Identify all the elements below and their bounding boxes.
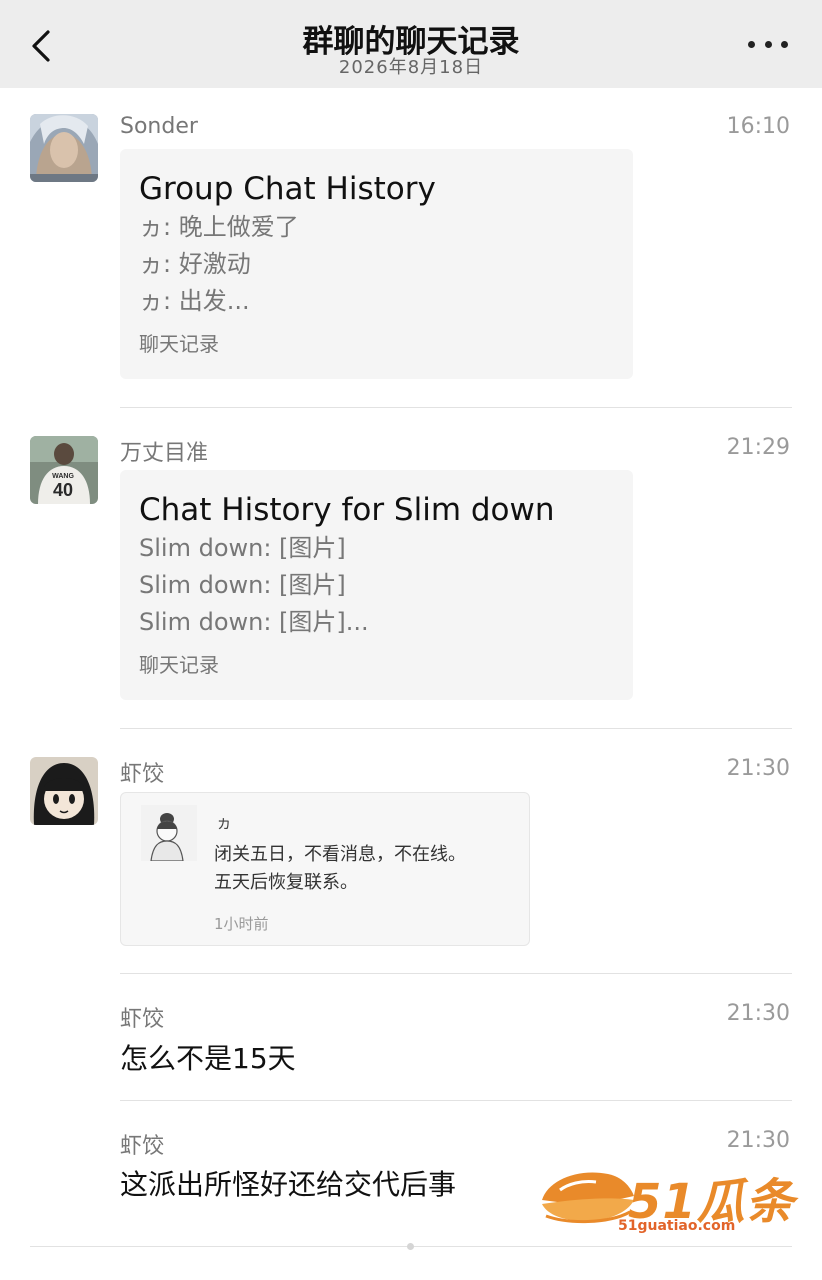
card-title: Chat History for Slim down — [139, 492, 555, 528]
dot-icon — [764, 40, 772, 48]
avatar-image: 40 WANG — [30, 436, 98, 504]
card-footer: 聊天记录 — [139, 653, 219, 677]
message-time: 21:29 — [726, 435, 790, 460]
sender-name: 虾饺 — [120, 762, 165, 787]
end-dot-icon — [407, 1243, 414, 1250]
avatar[interactable]: 40 WANG — [30, 436, 98, 504]
quoted-text: 闭关五日，不看消息，不在线。 五天后恢复联系。 — [214, 844, 466, 893]
quoted-avatar — [141, 805, 197, 861]
message-time: 21:30 — [726, 1001, 790, 1026]
dot-icon — [748, 40, 755, 48]
card-line: ヵ: 晚上做爱了 — [139, 213, 299, 241]
avatar[interactable] — [30, 757, 98, 825]
chat-history-card[interactable]: Group Chat History ヵ: 晚上做爱了 ヵ: 好激动 ヵ: 出发… — [120, 149, 633, 379]
sender-name: Sonder — [120, 114, 198, 139]
dot-icon — [781, 40, 788, 48]
message-time: 21:30 — [726, 756, 790, 781]
card-line: Slim down: [图片] — [139, 534, 346, 562]
sender-name: 万丈目准 — [120, 441, 209, 466]
card-line: Slim down: [图片]... — [139, 608, 369, 636]
card-line: ヵ: 好激动 — [139, 250, 251, 278]
watermark-domain: 51guatiao.com — [618, 1218, 736, 1234]
svg-text:40: 40 — [53, 480, 73, 500]
message-text[interactable]: 这派出所怪好还给交代后事 — [120, 1163, 456, 1203]
card-line: Slim down: [图片] — [139, 571, 346, 599]
sender-name: 虾饺 — [120, 1134, 165, 1159]
card-title: Group Chat History — [139, 171, 436, 207]
quoted-message[interactable]: ヵ 闭关五日，不看消息，不在线。 五天后恢复联系。 1小时前 — [120, 792, 530, 946]
card-line: ヵ: 出发... — [139, 287, 250, 315]
message-time: 21:30 — [726, 1128, 790, 1153]
divider — [120, 407, 792, 408]
navigation-bar: 群聊的聊天记录 2026年8月18日 — [0, 0, 822, 88]
avatar[interactable] — [30, 114, 98, 182]
divider — [120, 973, 792, 974]
quoted-time: 1小时前 — [214, 915, 269, 933]
sketch-avatar-image — [141, 805, 197, 861]
page-date: 2026年8月18日 — [338, 57, 484, 78]
avatar-image — [30, 757, 98, 825]
sender-name: 虾饺 — [120, 1007, 165, 1032]
more-options-button[interactable] — [748, 34, 788, 54]
message-text[interactable]: 怎么不是15天 — [120, 1037, 296, 1077]
avatar-image — [30, 114, 98, 182]
message-time: 16:10 — [726, 114, 790, 139]
quoted-sender: ヵ — [216, 813, 233, 832]
chat-history-card[interactable]: Chat History for Slim down Slim down: [图… — [120, 470, 633, 700]
divider — [120, 728, 792, 729]
divider — [120, 1100, 792, 1101]
svg-text:WANG: WANG — [52, 473, 74, 480]
card-footer: 聊天记录 — [139, 332, 219, 356]
